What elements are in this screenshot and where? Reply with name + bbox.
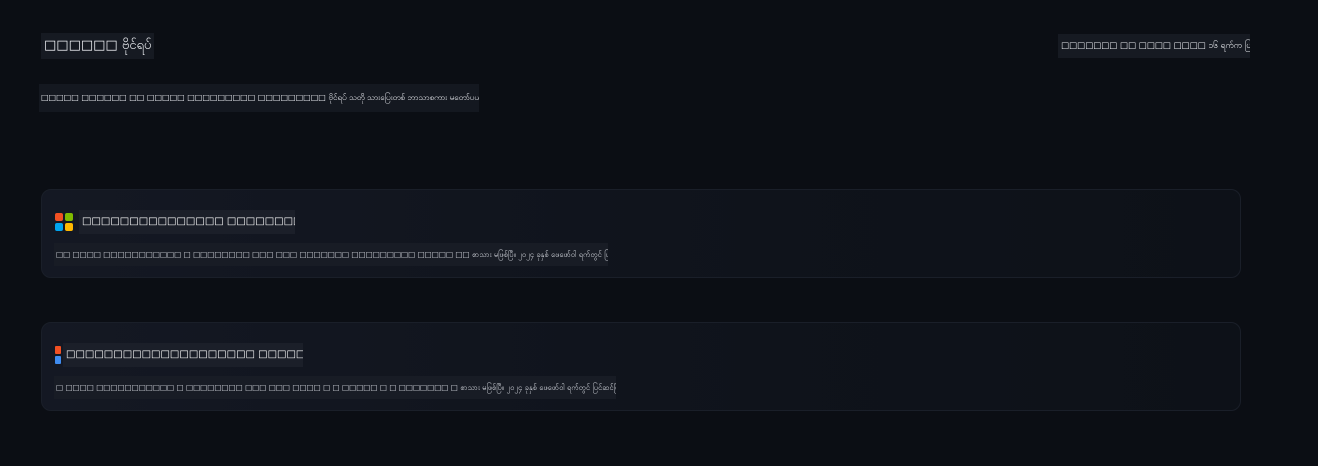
card-header: □□□□□□□□□□□□□□□□□□□□ □□□□□□□□□□□□□□□□□□ [55,343,303,367]
model-card-2[interactable]: □□□□□□□□□□□□□□□□□□□□ □□□□□ □ □□□□ □□□□□□□□ … [41,322,1241,411]
microsoft-logo-icon [55,213,73,231]
page-title: □□□□□□ ဗိုင်ရပ် [41,33,155,59]
card-header: □□□□□□□□□□□□□□□ □□□□□□□□□□□□□□ [55,210,295,234]
card-title[interactable]: □□□□□□□□□□□□□□□ □□□□□□□□□□□□□□ [79,210,295,234]
logo-square [55,213,63,221]
page-description: □□□□□ □□□□□□ □□ □□□□□ □□□□□□□□□ □□□□□□□□… [39,84,479,112]
card-description: □ □□□□ □□□□□□□□□□□ □ □□□□□□□□ □□□ □□□ □□… [54,376,616,399]
card-title[interactable]: □□□□□□□□□□□□□□□□□□□□ □□□□□□□□□□□□□□□□□□ [63,343,303,367]
last-updated-note: □□□□□□□ □□ □□□□ □□□□ ၁၆ ရက်က ပြင်ဆင်ပြီး [1058,34,1250,58]
logo-square [55,223,63,231]
model-card-1[interactable]: □□□□□□□□□□□□□□□ □□□□□□□ □□ □□□□ □ □□ □□□□ □… [41,189,1241,278]
logo-square [65,223,73,231]
card-description: □□ □□□□ □□□□□□□□□□□ □ □□□□□□□□ □□□ □□□ □… [54,243,608,266]
logo-square [65,213,73,221]
brand-logo-icon [55,346,61,364]
logo-segment [55,346,61,354]
logo-segment [55,356,61,364]
